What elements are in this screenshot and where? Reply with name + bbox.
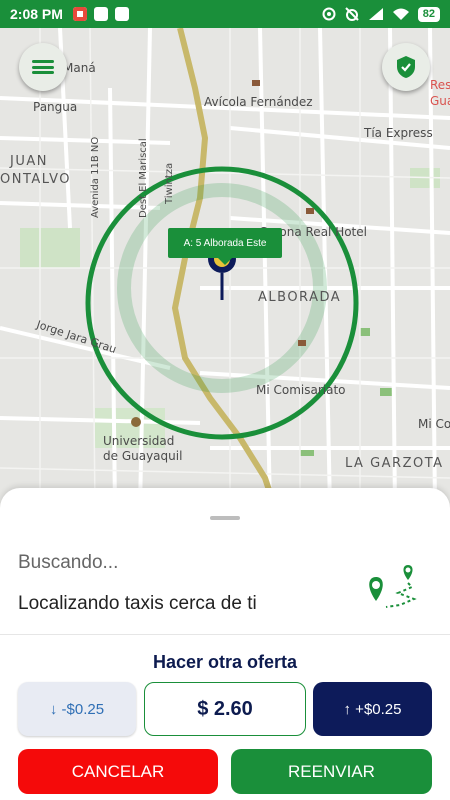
map-label: Universidad bbox=[103, 434, 175, 448]
notification-icon bbox=[93, 7, 108, 21]
status-bar: 2:08 PM 82 bbox=[0, 0, 450, 28]
map-label: Gua bbox=[430, 94, 450, 108]
sheet-drag-handle[interactable] bbox=[210, 516, 240, 520]
location-status-icon bbox=[322, 7, 336, 21]
map-label: de Guayaquil bbox=[103, 449, 183, 463]
notification-icon bbox=[114, 7, 129, 21]
map-label: Dest El Mariscal bbox=[138, 138, 149, 218]
offer-title: Hacer otra oferta bbox=[152, 652, 298, 672]
map-label: ALBORADA bbox=[258, 290, 342, 305]
map-label: ONTALVO bbox=[0, 172, 71, 187]
map-label: Tía Express bbox=[364, 126, 433, 140]
divider bbox=[0, 634, 450, 635]
map-label: Avícola Fernández bbox=[204, 95, 313, 109]
pin-address-tooltip[interactable]: A: 5 Alborada Este bbox=[168, 228, 282, 265]
status-time: 2:08 PM bbox=[10, 6, 63, 22]
map-label: JUAN bbox=[10, 154, 48, 169]
cancel-button[interactable]: CANCELAR bbox=[18, 749, 218, 794]
increase-price-button[interactable]: ↑ +$0.25 bbox=[313, 682, 432, 736]
map-label: Tiwintza bbox=[164, 162, 175, 204]
map-label: Resta bbox=[430, 78, 450, 92]
notification-icon bbox=[72, 7, 87, 21]
safety-button[interactable] bbox=[382, 43, 430, 91]
map-label: LA GARZOTA bbox=[345, 456, 444, 471]
bottom-sheet: Buscando... Localizando taxis cerca de t… bbox=[0, 488, 450, 800]
decrease-price-button[interactable]: ↓ -$0.25 bbox=[18, 682, 136, 736]
map-label: Mi Co bbox=[418, 417, 450, 431]
battery-indicator: 82 bbox=[417, 6, 440, 22]
route-icon bbox=[369, 565, 417, 608]
menu-button[interactable] bbox=[19, 43, 67, 91]
map-label: Avenida 11B NO bbox=[90, 136, 101, 218]
shield-check-icon bbox=[397, 56, 415, 78]
map-label: Maná bbox=[63, 61, 96, 75]
search-status-text: Buscando... bbox=[18, 552, 119, 573]
menu-icon bbox=[32, 60, 54, 74]
signal-icon bbox=[368, 8, 383, 20]
map-label: Pangua bbox=[33, 100, 78, 114]
price-display: $ 2.60 bbox=[144, 682, 306, 736]
map-label: Mi Comisariato bbox=[256, 383, 346, 397]
alarm-off-icon bbox=[345, 7, 359, 21]
resend-button[interactable]: REENVIAR bbox=[231, 749, 432, 794]
search-subtitle: Localizando taxis cerca de ti bbox=[18, 593, 257, 614]
wifi-icon bbox=[392, 8, 409, 20]
map-view[interactable]: Maná Pangua Avícola Fernández Resta Gua … bbox=[0, 28, 450, 508]
